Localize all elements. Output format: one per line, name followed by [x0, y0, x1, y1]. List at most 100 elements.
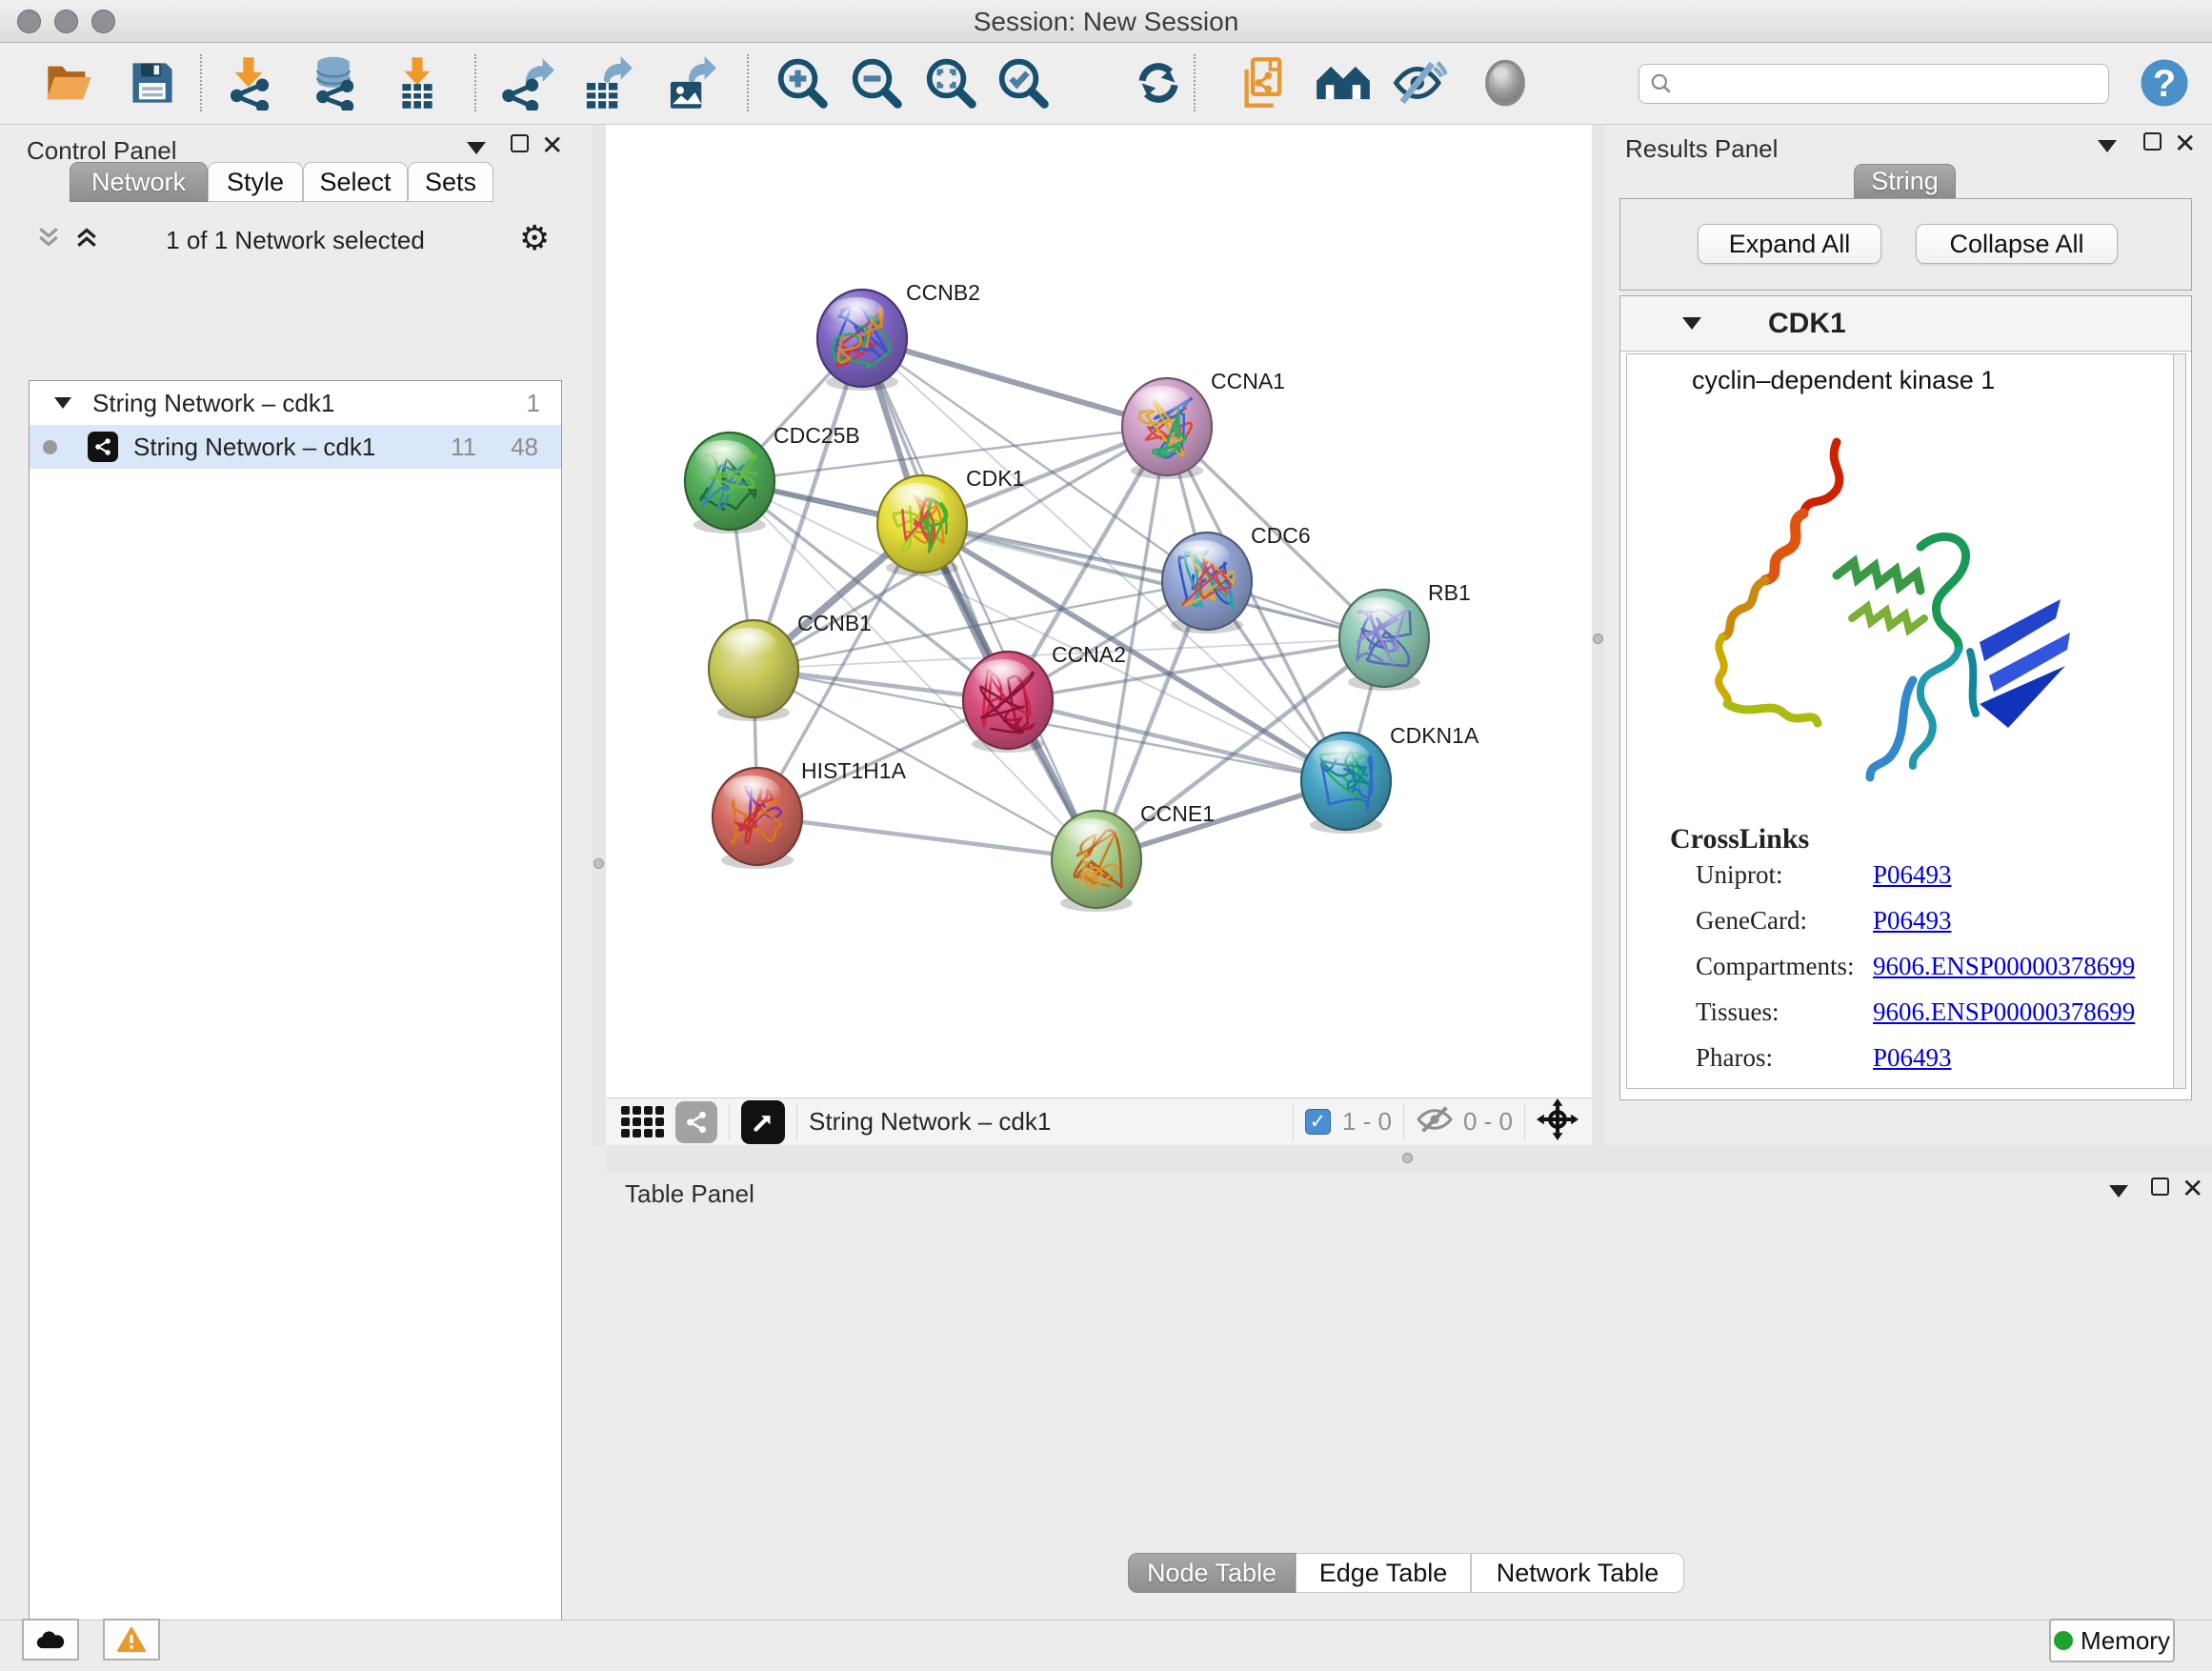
network-options-gear-icon[interactable]: ⚙ [519, 218, 550, 258]
network-view-title: String Network – cdk1 [809, 1107, 1051, 1137]
network-node-CCNB2[interactable]: CCNB2 [817, 280, 980, 391]
export-network-icon[interactable] [497, 52, 558, 113]
open-session-icon[interactable] [38, 52, 99, 113]
network-node-label: CCNA2 [1052, 642, 1126, 667]
float-panel-icon[interactable] [2151, 1178, 2169, 1196]
card-scrollbar[interactable] [2173, 354, 2185, 1088]
save-session-icon[interactable] [122, 52, 183, 113]
cloud-status-button[interactable] [22, 1619, 79, 1661]
zoom-fit-icon[interactable] [920, 52, 981, 113]
close-panel-icon[interactable]: ✕ [2182, 1176, 2203, 1202]
footer-separator [729, 1104, 730, 1140]
hidden-eye-icon[interactable] [1416, 1103, 1454, 1140]
close-panel-icon[interactable]: ✕ [541, 132, 563, 159]
footer-separator [1524, 1104, 1525, 1140]
network-node-CCNB1[interactable]: CCNB1 [709, 611, 872, 721]
control-panel: Control Panel ✕ Network Style Select Set… [0, 125, 592, 1620]
help-icon[interactable]: ? [2134, 52, 2195, 113]
crosslink-genecard-link[interactable]: P06493 [1873, 906, 1952, 936]
tab-network-table[interactable]: Network Table [1471, 1553, 1684, 1593]
network-edge-HIST1H1A-CCNE1[interactable] [757, 816, 1096, 859]
crosslink-label: GeneCard: [1696, 906, 1807, 936]
tab-edge-table[interactable]: Edge Table [1296, 1553, 1471, 1593]
gene-description: cyclin–dependent kinase 1 [1692, 366, 1995, 395]
crosslink-uniprot-link[interactable]: P06493 [1873, 860, 1952, 890]
import-network-file-icon[interactable] [219, 52, 280, 113]
network-edge-CCNB2-CCNA1[interactable] [862, 338, 1167, 427]
network-node-CDK1[interactable]: CDK1 [877, 466, 1024, 576]
search-icon [1649, 71, 1674, 96]
collapse-all-button[interactable]: Collapse All [1916, 224, 2118, 264]
tab-string[interactable]: String [1854, 164, 1956, 198]
expand-all-button[interactable]: Expand All [1698, 224, 1881, 264]
memory-button[interactable]: Memory [2049, 1619, 2175, 1662]
tab-select[interactable]: Select [303, 162, 408, 202]
zoom-out-icon[interactable] [846, 52, 907, 113]
selected-indicator-checkbox[interactable]: ✓ [1305, 1109, 1331, 1135]
hidden-node-edge-counts: 0 - 0 [1463, 1107, 1513, 1137]
share-document-icon[interactable] [1235, 52, 1296, 113]
horizontal-splitter-handle[interactable] [1402, 1153, 1413, 1163]
collapse-panel-icon[interactable] [467, 142, 486, 154]
left-splitter-handle[interactable] [593, 858, 604, 869]
search-input[interactable] [1679, 68, 2108, 100]
network-node-CDKN1A[interactable]: CDKN1A [1301, 723, 1479, 834]
home-icon[interactable] [1313, 52, 1374, 113]
network-edge-CCNA2-CDKN1A[interactable] [1008, 700, 1346, 781]
network-node-HIST1H1A[interactable]: HIST1H1A [713, 758, 907, 869]
import-table-icon[interactable] [387, 52, 448, 113]
network-collection-row[interactable]: String Network – cdk1 1 [30, 381, 561, 425]
memory-status-dot-icon [2054, 1631, 2073, 1650]
right-splitter[interactable] [1592, 125, 1604, 1145]
grid-view-icon[interactable] [621, 1106, 664, 1137]
table-panel: Table Panel ✕ ⚙ f(x) shared name name [606, 1172, 2212, 1620]
network-node-label: CCNB2 [906, 280, 980, 305]
right-splitter-handle[interactable] [1593, 634, 1603, 644]
network-node-label: CDC6 [1251, 523, 1311, 548]
network-row-selected[interactable]: String Network – cdk1 11 48 [30, 425, 561, 469]
export-table-icon[interactable] [575, 52, 636, 113]
gene-header-row[interactable]: CDK1 [1620, 296, 2191, 352]
current-network-dot-icon [43, 440, 57, 454]
crosslink-pharos-link[interactable]: P06493 [1873, 1043, 1952, 1073]
network-canvas[interactable]: CCNB2CCNA1CDC25BCDK1CDC6RB1CCNB1CCNA2CDK… [606, 125, 1592, 1097]
footer-separator [796, 1104, 797, 1140]
left-splitter[interactable] [592, 125, 606, 1145]
toolbar-separator [474, 54, 476, 111]
network-type-badge-icon[interactable] [675, 1101, 717, 1143]
network-node-CCNA2[interactable]: CCNA2 [963, 642, 1126, 753]
collapse-panel-icon[interactable] [2109, 1185, 2128, 1198]
horizontal-splitter[interactable] [606, 1145, 2212, 1172]
tree-expander-icon[interactable] [54, 397, 71, 409]
crosslink-tissues-link[interactable]: 9606.ENSP00000378699 [1873, 997, 2135, 1027]
network-node-label: CDC25B [774, 423, 860, 448]
tab-node-table[interactable]: Node Table [1128, 1553, 1296, 1593]
network-node-label: CCNE1 [1140, 801, 1215, 826]
refresh-icon[interactable] [1128, 52, 1189, 113]
zoom-selected-icon[interactable] [993, 52, 1054, 113]
crosslink-compartments-link[interactable]: 9606.ENSP00000378699 [1873, 952, 2135, 981]
birds-eye-view-icon[interactable] [741, 1100, 785, 1144]
center-view-crosshair-icon[interactable] [1537, 1098, 1579, 1145]
network-node-CDC6[interactable]: CDC6 [1162, 523, 1311, 634]
warnings-button[interactable] [103, 1619, 160, 1661]
results-panel: Results Panel ✕ String Expand All Collap… [1604, 125, 2212, 1145]
network-node-RB1[interactable]: RB1 [1339, 580, 1471, 691]
network-node-CDC25B[interactable]: CDC25B [685, 423, 860, 534]
show-graphics-details-icon[interactable] [1475, 52, 1536, 113]
zoom-in-icon[interactable] [772, 52, 833, 113]
gene-expander-icon[interactable] [1682, 317, 1701, 330]
hide-graphics-icon[interactable] [1389, 52, 1450, 113]
collapse-panel-icon[interactable] [2098, 140, 2117, 152]
float-panel-icon[interactable] [2143, 132, 2162, 151]
tab-sets[interactable]: Sets [408, 162, 493, 202]
tab-style[interactable]: Style [208, 162, 303, 202]
tab-network[interactable]: Network [70, 162, 208, 202]
network-selection-status: 1 of 1 Network selected [0, 226, 591, 255]
close-panel-icon[interactable]: ✕ [2174, 131, 2196, 157]
network-type-icon [88, 432, 118, 462]
float-panel-icon[interactable] [511, 134, 529, 152]
export-image-icon[interactable] [659, 52, 720, 113]
import-network-database-icon[interactable] [303, 52, 364, 113]
network-node-CCNE1[interactable]: CCNE1 [1052, 801, 1215, 912]
